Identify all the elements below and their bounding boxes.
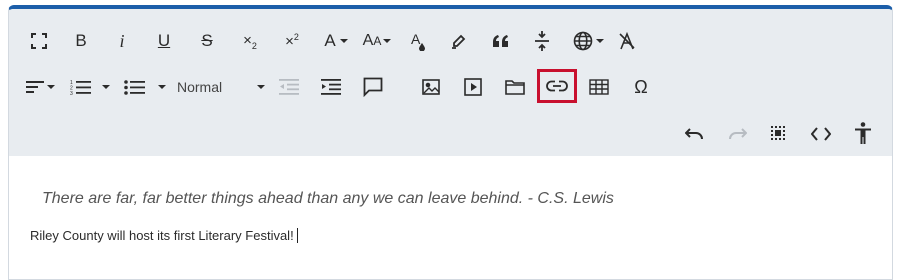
globe-icon	[573, 31, 592, 51]
italic-icon: i	[119, 30, 125, 51]
format-select-value: Normal	[177, 79, 223, 95]
font-color-button[interactable]: A	[320, 29, 352, 53]
format-select[interactable]: Normal	[177, 75, 265, 99]
chevron-down-icon	[257, 85, 265, 89]
unordered-list-icon	[124, 80, 145, 95]
insert-link-button[interactable]	[537, 69, 577, 103]
folder-icon	[505, 80, 525, 95]
blockquote-text: There are far, far better things ahead t…	[42, 190, 614, 207]
underline-icon: U	[157, 31, 171, 50]
text-cursor	[296, 228, 298, 243]
comment-button[interactable]	[361, 75, 385, 99]
indent-button[interactable]	[319, 75, 343, 99]
align-button[interactable]	[23, 75, 57, 99]
chevron-down-icon	[46, 85, 55, 89]
bold-icon: B	[75, 31, 87, 50]
chevron-down-icon	[383, 39, 392, 43]
chevron-down-icon	[102, 85, 110, 89]
select-all-icon	[771, 126, 785, 140]
subscript-button[interactable]: ×2	[237, 29, 263, 53]
horizontal-rule-button[interactable]	[530, 29, 554, 53]
table-icon	[589, 79, 609, 95]
undo-button[interactable]	[683, 122, 707, 146]
outdent-icon	[279, 79, 299, 95]
ordered-list-button[interactable]: 123	[69, 75, 111, 99]
source-code-button[interactable]	[809, 122, 833, 146]
underline-button[interactable]: U	[152, 29, 176, 53]
chevron-down-icon	[158, 85, 166, 89]
language-button[interactable]	[569, 29, 607, 53]
rich-text-editor: B i U S ×2 ×2 A AA A 1 2 3 Normal Ω Ther…	[8, 5, 893, 280]
text-background-color-icon: A	[411, 31, 425, 51]
superscript-icon: ×2	[285, 32, 299, 50]
image-button[interactable]	[419, 75, 443, 99]
media-button[interactable]	[461, 75, 485, 99]
remove-format-button[interactable]	[615, 29, 639, 53]
text-background-color-button[interactable]: A	[407, 29, 431, 53]
strikethrough-icon: S	[201, 31, 213, 50]
italic-button[interactable]: i	[110, 29, 134, 53]
redo-button[interactable]	[725, 122, 749, 146]
fullscreen-button[interactable]	[27, 29, 51, 53]
special-character-button[interactable]: Ω	[629, 75, 653, 99]
editor-toolbar: B i U S ×2 ×2 A AA A 1 2 3 Normal Ω	[9, 9, 892, 156]
fullscreen-icon	[31, 33, 47, 49]
select-all-button[interactable]	[767, 122, 791, 146]
superscript-button[interactable]: ×2	[279, 29, 305, 53]
redo-icon	[729, 128, 747, 140]
strikethrough-button[interactable]: S	[195, 29, 219, 53]
unordered-list-button[interactable]	[123, 75, 167, 99]
highlighter-icon	[452, 34, 466, 49]
paragraph-text-value: Riley County will host its first Literar…	[30, 228, 294, 243]
subscript-icon: ×2	[243, 31, 257, 51]
indent-icon	[321, 79, 341, 95]
media-play-icon	[464, 78, 482, 96]
image-icon	[422, 79, 440, 95]
font-size-button[interactable]: AA	[359, 29, 395, 53]
paragraph-text: Riley County will host its first Literar…	[30, 228, 298, 243]
quote-button[interactable]	[489, 29, 513, 53]
chevron-down-icon	[339, 39, 348, 43]
omega-icon: Ω	[634, 76, 648, 97]
chevron-down-icon	[595, 39, 604, 43]
undo-icon	[685, 128, 703, 140]
file-button[interactable]	[503, 75, 527, 99]
remove-format-icon	[619, 32, 635, 50]
accessibility-checker-button[interactable]	[851, 120, 875, 146]
ordered-list-icon: 123	[70, 80, 91, 95]
svg-text:3: 3	[70, 91, 73, 95]
accessibility-icon	[855, 122, 871, 144]
comment-icon	[363, 77, 383, 97]
quote-icon	[493, 35, 508, 47]
source-code-icon	[811, 127, 831, 141]
editor-content-area[interactable]: There are far, far better things ahead t…	[9, 156, 892, 279]
outdent-button[interactable]	[277, 75, 301, 99]
link-icon	[546, 80, 568, 92]
font-color-icon: A	[324, 31, 336, 50]
svg-text:A: A	[411, 31, 421, 47]
highlighter-button[interactable]	[447, 29, 471, 53]
bold-button[interactable]: B	[69, 29, 93, 53]
horizontal-rule-icon	[535, 31, 549, 51]
font-size-icon: AA	[362, 32, 382, 49]
table-button[interactable]	[587, 75, 611, 99]
align-left-icon	[25, 81, 44, 93]
